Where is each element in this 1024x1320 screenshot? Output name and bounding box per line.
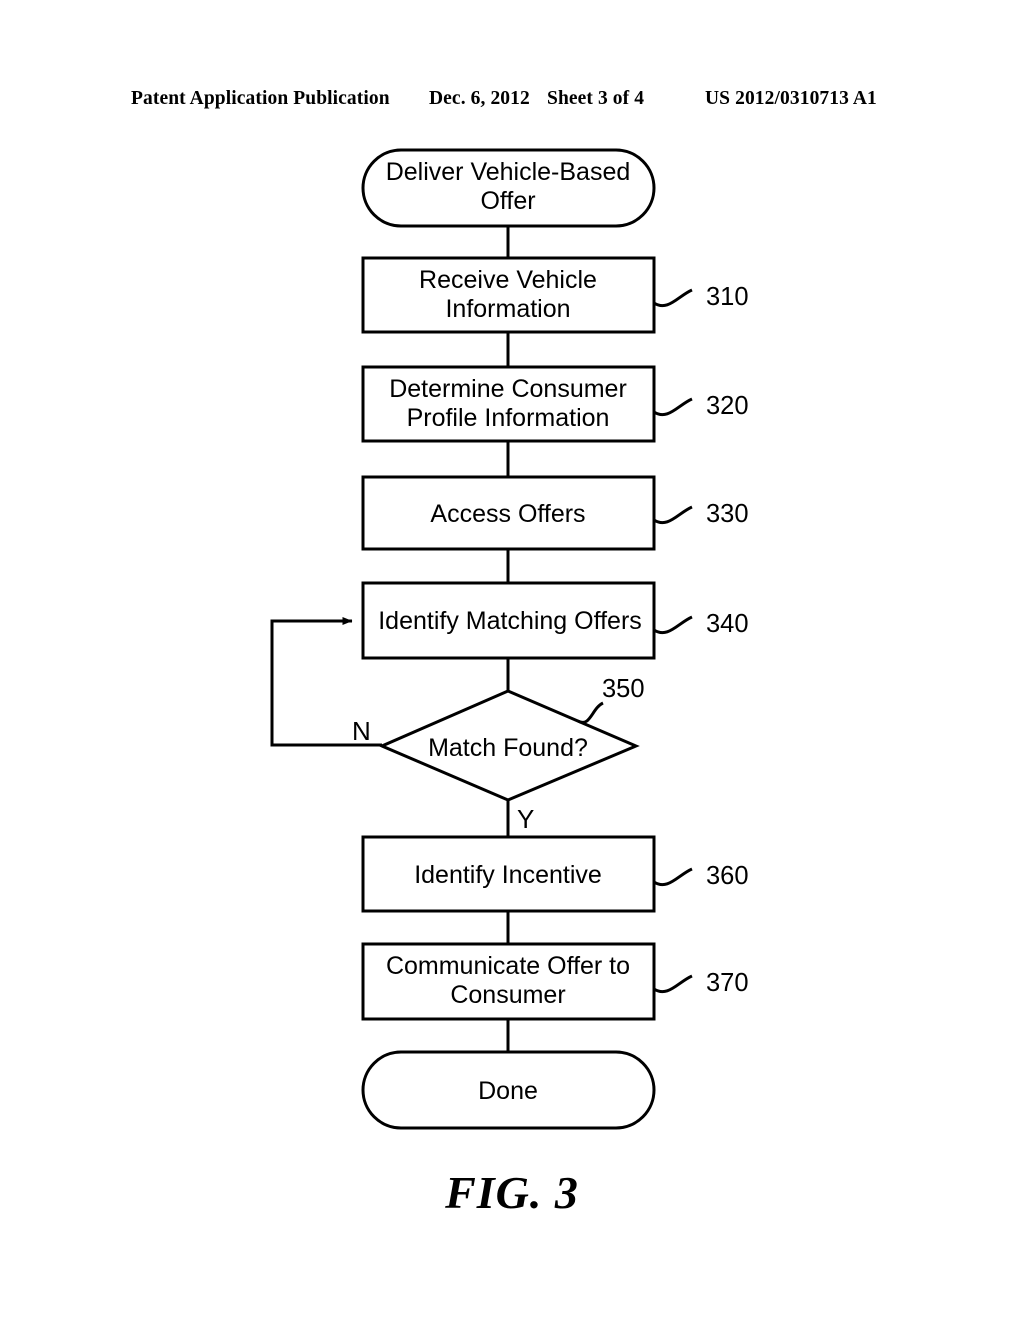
node-start-label-line2: Offer <box>480 187 535 215</box>
node-determine-consumer-profile-label-line2: Profile Information <box>407 404 610 432</box>
branch-label-yes: Y <box>517 804 534 834</box>
node-identify-matching-offers-label: Identify Matching Offers <box>378 607 642 635</box>
ref-number-330: 330 <box>706 500 749 528</box>
ref-number-310: 310 <box>706 283 749 311</box>
node-determine-consumer-profile-label-line1: Determine Consumer <box>389 375 627 403</box>
node-done[interactable]: Done <box>361 1050 656 1130</box>
node-done-label: Done <box>478 1077 538 1105</box>
ref-number-370: 370 <box>706 969 749 997</box>
node-receive-vehicle-information[interactable]: Receive Vehicle Information 310 <box>361 256 749 334</box>
ref-number-320: 320 <box>706 392 749 420</box>
node-communicate-offer-to-consumer[interactable]: Communicate Offer to Consumer 370 <box>361 942 749 1021</box>
node-determine-consumer-profile[interactable]: Determine Consumer Profile Information 3… <box>361 365 749 443</box>
ref-number-360: 360 <box>706 862 749 890</box>
node-receive-vehicle-information-label-line2: Information <box>445 295 570 323</box>
branch-label-no: N <box>352 716 371 746</box>
ref-leader-320 <box>653 397 693 417</box>
ref-leader-330 <box>653 505 693 525</box>
ref-leader-370 <box>653 974 693 994</box>
node-identify-incentive-label: Identify Incentive <box>414 861 602 889</box>
ref-leader-310 <box>653 288 693 308</box>
ref-number-340: 340 <box>706 610 749 638</box>
ref-leader-350 <box>577 701 604 724</box>
ref-leader-360 <box>653 867 693 887</box>
node-receive-vehicle-information-label-line1: Receive Vehicle <box>419 266 597 294</box>
node-access-offers[interactable]: Access Offers 330 <box>361 475 749 551</box>
node-communicate-offer-to-consumer-label-line1: Communicate Offer to <box>386 952 630 980</box>
node-start[interactable]: Deliver Vehicle-Based Offer <box>361 148 656 228</box>
node-start-label-line1: Deliver Vehicle-Based <box>386 158 631 186</box>
node-communicate-offer-to-consumer-label-line2: Consumer <box>450 981 565 1009</box>
node-identify-incentive[interactable]: Identify Incentive 360 <box>361 835 749 913</box>
flowchart-figure: Deliver Vehicle-Based Offer Receive Vehi… <box>0 0 1024 1320</box>
node-access-offers-label: Access Offers <box>430 500 585 528</box>
node-identify-matching-offers[interactable]: Identify Matching Offers 340 <box>361 581 749 660</box>
figure-caption: FIG. 3 <box>445 1167 579 1218</box>
node-match-found-label: Match Found? <box>428 734 588 762</box>
ref-leader-340 <box>653 615 693 635</box>
node-match-found[interactable]: Match Found? 350 <box>378 675 645 802</box>
ref-number-350: 350 <box>602 675 645 703</box>
